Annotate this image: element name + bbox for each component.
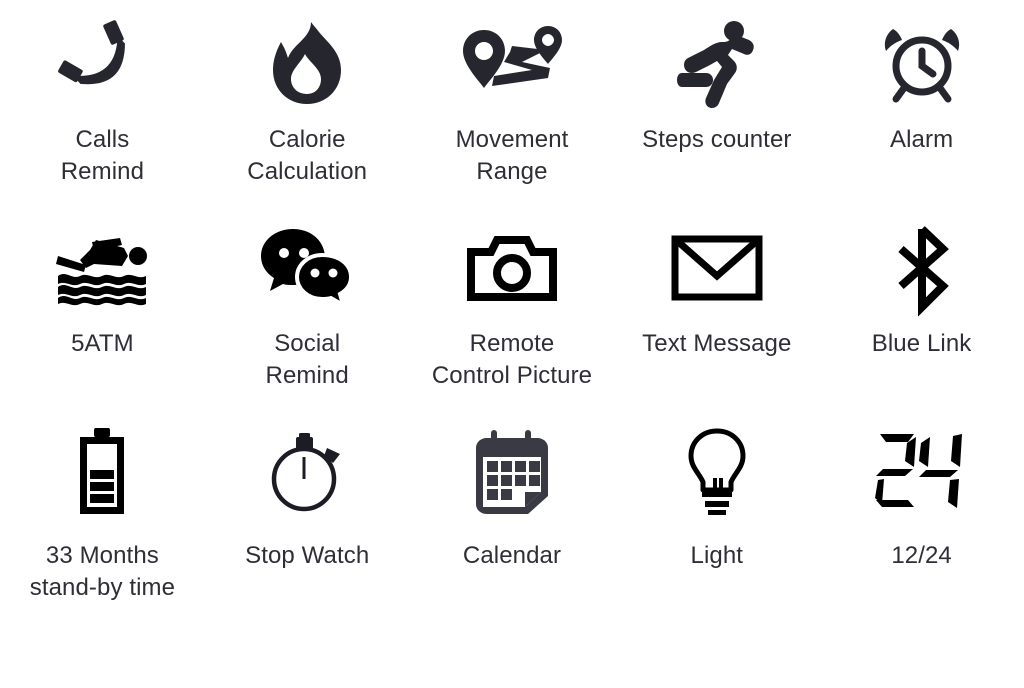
phone-handset-icon: [58, 8, 142, 118]
battery-icon: [72, 418, 132, 526]
feature-cell-light[interactable]: Light: [614, 410, 819, 630]
feature-label: 33 Months stand-by time: [29, 542, 176, 601]
digital-24-icon: [874, 418, 970, 526]
feature-label: Remote Control Picture: [431, 330, 593, 389]
flame-icon: [271, 8, 343, 118]
running-person-icon: [676, 8, 758, 118]
feature-label: 12/24: [891, 542, 952, 569]
feature-cell-standby-time[interactable]: 33 Months stand-by time: [0, 410, 205, 630]
envelope-icon: [671, 218, 763, 318]
feature-label: Calendar: [462, 542, 562, 569]
feature-label: Alarm: [890, 126, 954, 153]
feature-label: 5ATM: [71, 330, 134, 357]
feature-label: Light: [690, 542, 744, 569]
feature-label: Calorie Calculation: [247, 126, 368, 185]
feature-label: Stop Watch: [245, 542, 370, 569]
feature-cell-steps-counter[interactable]: Steps counter: [614, 0, 819, 210]
feature-cell-social-remind[interactable]: Social Remind: [205, 210, 410, 410]
feature-cell-stop-watch[interactable]: Stop Watch: [205, 410, 410, 630]
feature-cell-alarm[interactable]: Alarm: [819, 0, 1024, 210]
chat-bubbles-icon: [259, 218, 355, 318]
calendar-icon: [470, 418, 554, 526]
bluetooth-icon: [891, 218, 953, 318]
feature-label: Steps counter: [642, 126, 792, 153]
feature-label: Movement Range: [455, 126, 569, 185]
feature-cell-calendar[interactable]: Calendar: [410, 410, 615, 630]
feature-cell-movement-range[interactable]: Movement Range: [410, 0, 615, 210]
alarm-clock-icon: [880, 8, 964, 118]
camera-icon: [466, 218, 558, 318]
feature-label: Text Message: [642, 330, 792, 357]
feature-label: Social Remind: [265, 330, 349, 389]
feature-label: Calls Remind: [60, 126, 145, 185]
feature-cell-blue-link[interactable]: Blue Link: [819, 210, 1024, 410]
feature-grid: Calls Remind Calorie Calculation Movemen…: [0, 0, 1024, 688]
map-route-icon: [458, 8, 566, 118]
feature-cell-text-message[interactable]: Text Message: [614, 210, 819, 410]
light-bulb-icon: [686, 418, 748, 526]
swimmer-waves-icon: [50, 218, 154, 318]
feature-cell-calorie[interactable]: Calorie Calculation: [205, 0, 410, 210]
feature-cell-calls-remind[interactable]: Calls Remind: [0, 0, 205, 210]
feature-cell-time-format[interactable]: 12/24: [819, 410, 1024, 630]
feature-label: Blue Link: [871, 330, 972, 357]
stopwatch-icon: [267, 418, 347, 526]
feature-cell-remote-shutter[interactable]: Remote Control Picture: [410, 210, 615, 410]
feature-cell-water-resistance[interactable]: 5ATM: [0, 210, 205, 410]
